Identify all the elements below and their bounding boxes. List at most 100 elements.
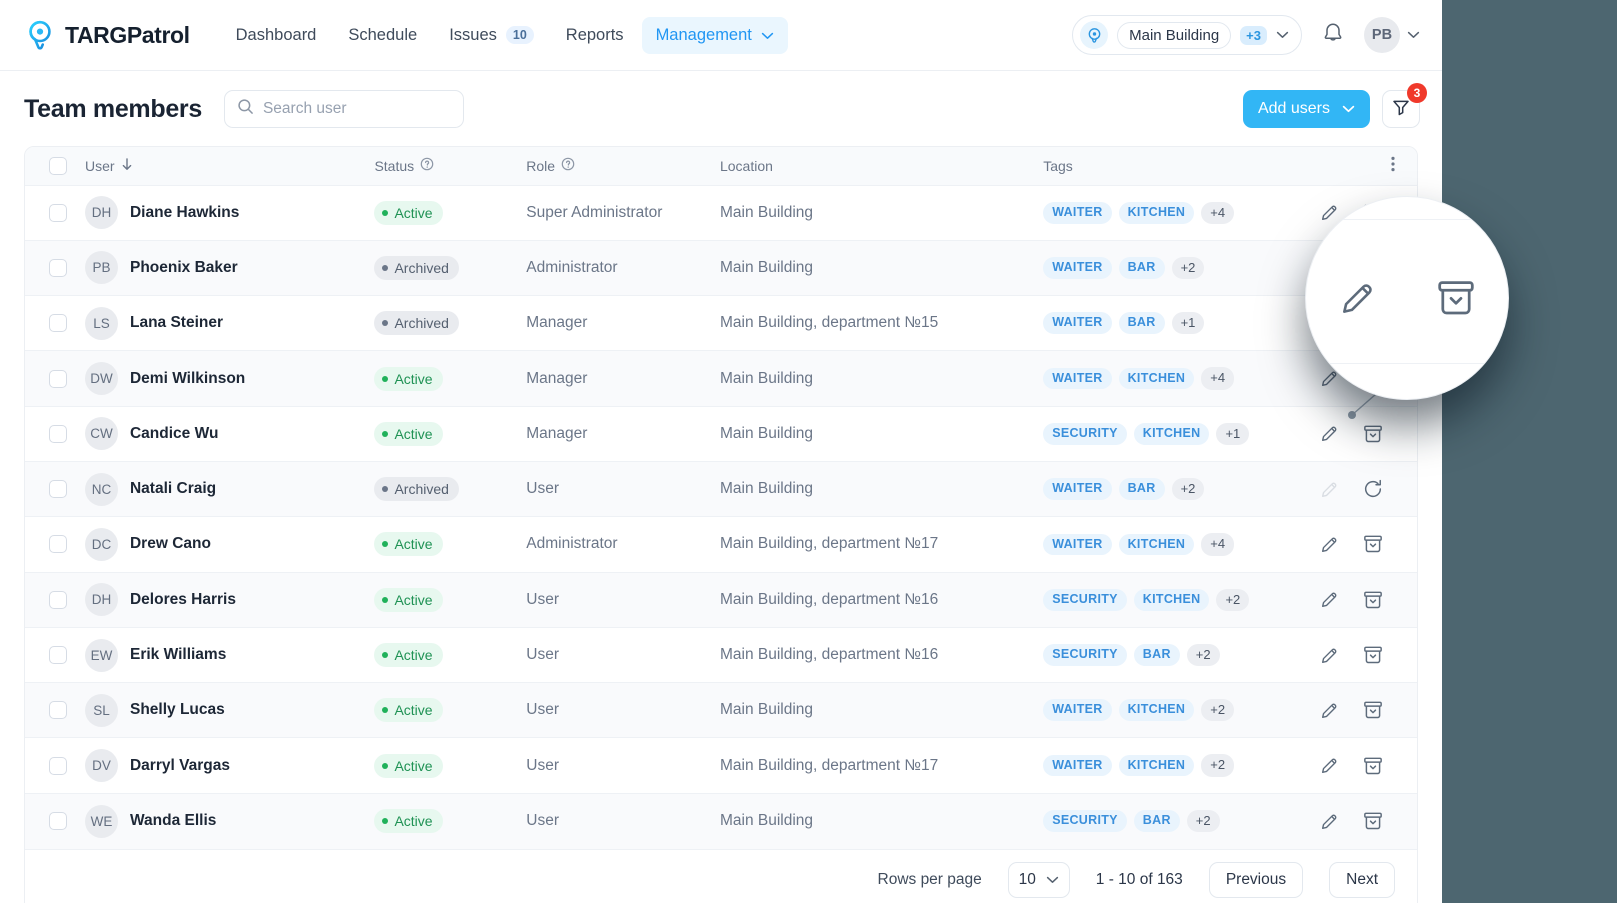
tag-chip[interactable]: BAR [1118, 257, 1165, 279]
edit-icon[interactable] [1319, 645, 1340, 666]
user-avatar-menu[interactable]: PB [1364, 17, 1420, 53]
tag-overflow-count[interactable]: +1 [1216, 422, 1250, 445]
tag-chip[interactable]: KITCHEN [1133, 588, 1210, 611]
table-row[interactable]: LS Lana Steiner Archived Manager Main Buildi… [25, 295, 1417, 351]
kebab-menu-icon[interactable] [1391, 156, 1395, 175]
row-checkbox[interactable] [49, 480, 67, 499]
edit-icon[interactable] [1319, 811, 1340, 832]
row-checkbox[interactable] [49, 646, 67, 665]
edit-icon[interactable] [1319, 589, 1340, 610]
search-box[interactable] [223, 90, 464, 128]
help-circle-icon[interactable] [420, 157, 434, 174]
edit-icon[interactable] [1319, 700, 1340, 721]
tag-chip[interactable]: KITCHEN [1118, 367, 1195, 390]
add-users-button[interactable]: Add users [1242, 90, 1370, 128]
status-cell: Active [366, 738, 518, 793]
tag-chip[interactable]: WAITER [1043, 257, 1112, 279]
filter-button[interactable]: 3 [1382, 83, 1427, 128]
row-checkbox[interactable] [49, 535, 67, 554]
tag-chip[interactable]: BAR [1118, 312, 1165, 335]
row-checkbox[interactable] [49, 258, 67, 277]
nav-item-management[interactable]: Management [641, 16, 788, 54]
help-circle-icon[interactable] [561, 157, 575, 174]
tag-chip[interactable]: KITCHEN [1118, 201, 1195, 224]
nav-item-dashboard[interactable]: Dashboard [222, 17, 331, 54]
tag-overflow-count[interactable]: +4 [1201, 201, 1235, 224]
edit-icon[interactable] [1319, 755, 1340, 776]
notifications-button[interactable] [1316, 18, 1350, 52]
table-row[interactable]: DV Darryl Vargas Active User Main Building, … [25, 737, 1417, 793]
tag-overflow-count[interactable]: +2 [1186, 810, 1220, 833]
table-row[interactable]: DC Drew Cano Active Administrator Main Build… [25, 516, 1417, 572]
edit-icon[interactable] [1337, 277, 1379, 319]
tag-chip[interactable]: WAITER [1043, 478, 1112, 500]
archive-icon[interactable] [1362, 810, 1384, 832]
tag-overflow-count[interactable]: +2 [1201, 754, 1235, 777]
tag-overflow-count[interactable]: +4 [1201, 367, 1235, 390]
archive-icon[interactable] [1362, 755, 1384, 777]
table-row[interactable]: DH Diane Hawkins Active Super Administrator… [25, 185, 1417, 240]
tag-chip[interactable]: WAITER [1043, 699, 1112, 722]
table-row[interactable]: DH Delores Harris Active User Main Building,… [25, 572, 1417, 628]
tag-chip[interactable]: KITCHEN [1133, 422, 1210, 445]
column-user[interactable]: User [77, 147, 366, 185]
tag-chip[interactable]: WAITER [1043, 533, 1112, 556]
tag-chip[interactable]: KITCHEN [1118, 533, 1195, 556]
tag-chip[interactable]: SECURITY [1043, 588, 1127, 611]
tag-chip[interactable]: WAITER [1043, 312, 1112, 335]
archive-icon[interactable] [1362, 589, 1384, 611]
table-row[interactable]: NC Natali Craig Archived User Main Building W… [25, 461, 1417, 517]
nav-item-schedule[interactable]: Schedule [334, 17, 431, 54]
next-page-button[interactable]: Next [1329, 862, 1395, 899]
archive-icon[interactable] [1362, 533, 1384, 555]
row-checkbox[interactable] [49, 812, 67, 831]
tag-chip[interactable]: SECURITY [1043, 644, 1127, 666]
tag-overflow-count[interactable]: +2 [1201, 699, 1235, 722]
tag-overflow-count[interactable]: +4 [1201, 533, 1235, 556]
tag-chip[interactable]: WAITER [1043, 754, 1112, 777]
row-checkbox[interactable] [49, 756, 67, 775]
tag-chip[interactable]: SECURITY [1043, 810, 1127, 833]
tag-chip[interactable]: KITCHEN [1118, 754, 1195, 777]
edit-icon[interactable] [1319, 534, 1340, 555]
location-picker[interactable]: Main Building +3 [1072, 15, 1302, 55]
table-row[interactable]: SL Shelly Lucas Active User Main Building WAI… [25, 682, 1417, 738]
table-row[interactable]: CW Candice Wu Active Manager Main Building SE… [25, 406, 1417, 461]
table-row[interactable]: WE Wanda Ellis Active User Main Building SECU… [25, 793, 1417, 849]
archive-icon[interactable] [1362, 699, 1384, 721]
tag-chip[interactable]: BAR [1133, 810, 1180, 833]
search-input[interactable] [262, 100, 451, 118]
row-checkbox[interactable] [49, 203, 67, 222]
previous-page-button[interactable]: Previous [1208, 862, 1304, 899]
edit-icon[interactable] [1319, 479, 1340, 500]
tag-chip[interactable]: SECURITY [1043, 422, 1127, 445]
nav-item-issues[interactable]: Issues 10 [435, 17, 548, 54]
row-checkbox[interactable] [49, 369, 67, 388]
archive-icon[interactable] [1362, 644, 1384, 666]
tag-chip[interactable]: WAITER [1043, 201, 1112, 224]
restore-icon[interactable] [1362, 478, 1384, 500]
brand-logo[interactable]: TARGPatrol [24, 19, 190, 51]
rows-per-page-select[interactable]: 10 [1007, 862, 1070, 899]
table-row[interactable]: DW Demi Wilkinson Active Manager Main Buildi… [25, 350, 1417, 407]
row-checkbox[interactable] [49, 314, 67, 333]
archive-icon[interactable] [1434, 276, 1478, 320]
row-checkbox[interactable] [49, 424, 67, 443]
edit-icon[interactable] [1319, 423, 1340, 444]
row-checkbox[interactable] [49, 701, 67, 720]
tag-overflow-count[interactable]: +2 [1171, 256, 1205, 280]
tag-chip[interactable]: BAR [1118, 478, 1165, 500]
tag-overflow-count[interactable]: +2 [1186, 643, 1220, 667]
archive-icon[interactable] [1362, 423, 1384, 445]
tag-overflow-count[interactable]: +2 [1171, 477, 1205, 501]
tag-chip[interactable]: KITCHEN [1118, 699, 1195, 722]
nav-item-reports[interactable]: Reports [552, 17, 638, 54]
table-row[interactable]: EW Erik Williams Active User Main Building, … [25, 627, 1417, 682]
tag-overflow-count[interactable]: +1 [1171, 312, 1205, 335]
table-row[interactable]: PB Phoenix Baker Archived Administrator Main… [25, 240, 1417, 296]
select-all-checkbox[interactable] [49, 156, 67, 175]
tag-chip[interactable]: BAR [1133, 644, 1180, 666]
row-checkbox[interactable] [49, 590, 67, 609]
tag-overflow-count[interactable]: +2 [1216, 588, 1250, 611]
tag-chip[interactable]: WAITER [1043, 367, 1112, 390]
